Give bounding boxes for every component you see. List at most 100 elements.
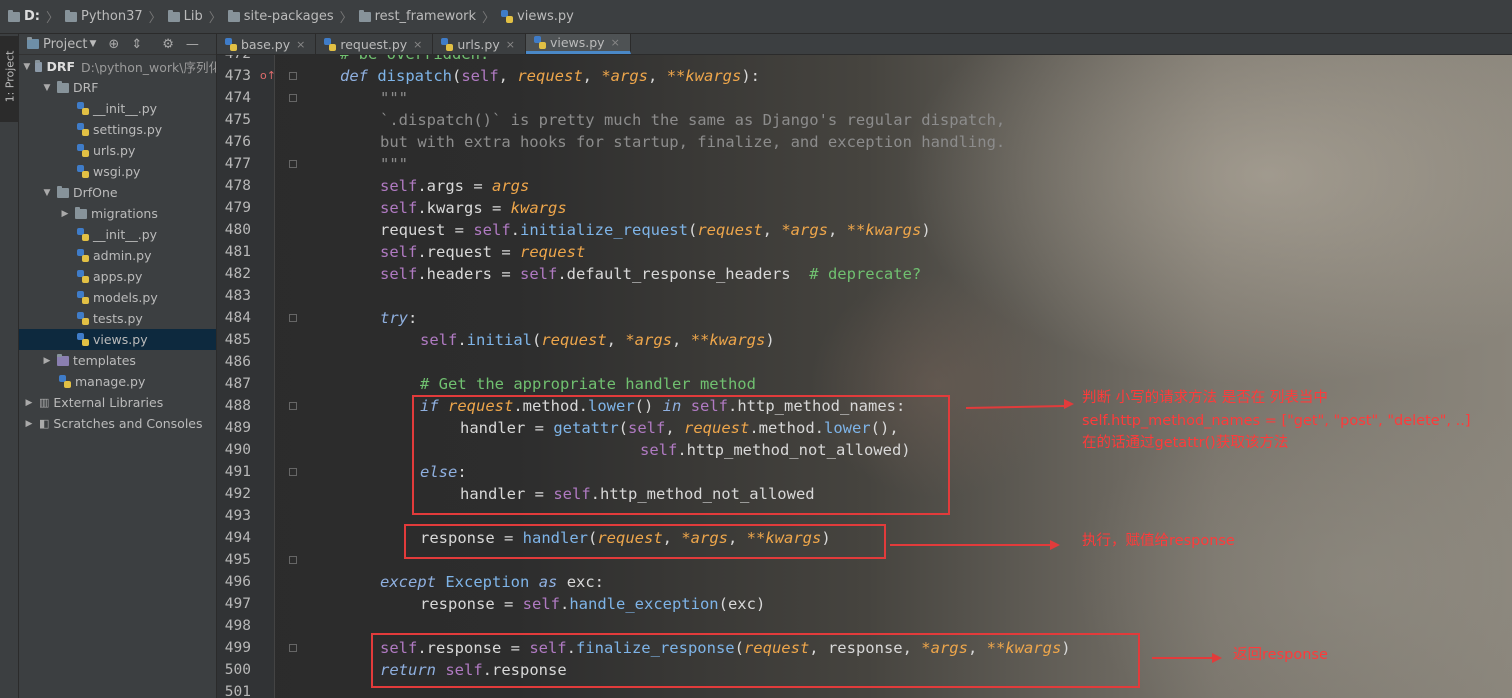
line-number: 489 (224, 420, 251, 436)
tree-item-file-selected[interactable]: views.py (19, 329, 216, 350)
breadcrumb-lib[interactable]: Lib 〉 (167, 7, 222, 26)
tree-item-drf[interactable]: ▼ DRF (19, 77, 216, 98)
line-number: 486 (224, 354, 251, 370)
fold-marker-icon[interactable] (289, 402, 297, 410)
breadcrumb-views-py[interactable]: views.py (501, 9, 574, 24)
code-line: # Get the appropriate handler method (420, 375, 756, 393)
tree-item-drfone[interactable]: ▼ DrfOne (19, 182, 216, 203)
code-editor[interactable]: o↑ 472 # be overridden. def dispatch(sel… (217, 55, 1512, 698)
tree-item-file[interactable]: admin.py (19, 245, 216, 266)
code-line: # be overridden. (340, 55, 489, 65)
tree-item-file[interactable]: urls.py (19, 140, 216, 161)
tree-item-migrations[interactable]: ▶ migrations (19, 203, 216, 224)
breadcrumb-site-packages[interactable]: site-packages 〉 (227, 7, 353, 26)
folder-icon (57, 185, 69, 198)
fold-marker-icon[interactable] (289, 644, 297, 652)
tree-item-file[interactable]: models.py (19, 287, 216, 308)
fold-marker-icon[interactable] (289, 468, 297, 476)
python-file-icon (77, 228, 89, 241)
gear-icon[interactable]: ⚙ (162, 37, 174, 52)
tree-item-file[interactable]: __init__.py (19, 98, 216, 119)
python-file-icon (441, 37, 454, 51)
line-number: 473 (224, 68, 251, 84)
tab-views-py[interactable]: views.py × (525, 34, 631, 54)
folder-icon (75, 206, 87, 219)
breadcrumb-rest-framework[interactable]: rest_framework 〉 (358, 7, 495, 26)
python-file-icon (501, 10, 514, 23)
expanded-arrow-icon[interactable]: ▼ (23, 62, 31, 72)
code-line: """ (380, 155, 408, 173)
highlight-box-handler-call (404, 524, 886, 559)
python-file-icon (77, 165, 89, 178)
fold-marker-icon[interactable] (289, 314, 297, 322)
editor-tab-bar: base.py × request.py × urls.py × views.py × (217, 34, 1512, 55)
line-number: 479 (224, 200, 251, 216)
code-line: response = self.handle_exception(exc) (420, 595, 766, 613)
tree-item-file[interactable]: settings.py (19, 119, 216, 140)
minimize-icon[interactable]: — (186, 37, 199, 52)
fold-marker-icon[interactable] (289, 160, 297, 168)
annotation-text: self.http_method_names = ["get", "post",… (1082, 413, 1471, 429)
python-file-icon (77, 123, 89, 136)
override-method-icon[interactable]: o↑ (260, 69, 276, 82)
breadcrumb: D: 〉 Python37 〉 Lib 〉 site-packages 〉 rest_f… (0, 0, 1512, 34)
tree-item-templates[interactable]: ▶ templates (19, 350, 216, 371)
line-number: 472 (217, 55, 251, 65)
collapsed-arrow-icon[interactable]: ▶ (59, 209, 71, 219)
annotation-text: 返回response (1233, 647, 1328, 663)
locate-target-icon[interactable]: ⊕ (108, 37, 119, 52)
fold-marker-icon[interactable] (289, 94, 297, 102)
tree-item-drf-root[interactable]: ▼ DRF D:\python_work\序列化 (19, 56, 216, 77)
code-line: self.initial(request, *args, **kwargs) (420, 331, 775, 349)
code-line: """ (380, 89, 408, 107)
project-panel-header: Project ▼ ⊕ ⇕ ⚙ — (19, 34, 216, 55)
line-number: 480 (224, 222, 251, 238)
annotation-text: 在的话通过getattr()获取该方法 (1082, 435, 1289, 451)
collapsed-arrow-icon[interactable]: ▶ (23, 398, 35, 408)
breadcrumb-drive[interactable]: D: 〉 (8, 7, 59, 26)
line-number: 474 (224, 90, 251, 106)
code-line: def dispatch(self, request, *args, **kwa… (340, 67, 761, 85)
line-number: 495 (224, 552, 251, 568)
expanded-arrow-icon[interactable]: ▼ (41, 188, 53, 198)
tree-item-scratches[interactable]: ▶ ◧ Scratches and Consoles (19, 413, 216, 434)
expanded-arrow-icon[interactable]: ▼ (41, 83, 53, 93)
python-file-icon (324, 37, 337, 51)
tab-urls-py[interactable]: urls.py × (433, 34, 526, 54)
highlight-box-return (371, 633, 1140, 688)
close-icon[interactable]: × (611, 36, 620, 49)
collapsed-arrow-icon[interactable]: ▶ (23, 419, 35, 429)
code-line: self.request = request (380, 243, 586, 261)
chevron-down-icon[interactable]: ▼ (89, 39, 96, 49)
collapse-all-icon[interactable]: ⇕ (131, 37, 142, 52)
close-icon[interactable]: × (296, 38, 305, 51)
tree-item-file[interactable]: apps.py (19, 266, 216, 287)
tree-item-file[interactable]: tests.py (19, 308, 216, 329)
project-tool-tab[interactable]: 1: Project (0, 36, 18, 122)
python-file-icon (225, 37, 237, 51)
python-file-icon (77, 312, 89, 325)
tab-base-py[interactable]: base.py × (217, 34, 317, 54)
scratches-icon: ◧ (39, 417, 50, 430)
close-icon[interactable]: × (506, 38, 515, 51)
folder-icon (57, 353, 69, 366)
tree-item-file[interactable]: __init__.py (19, 224, 216, 245)
project-panel: Project ▼ ⊕ ⇕ ⚙ — ▼ DRF D:\python_work\序列化 … (19, 34, 217, 698)
python-file-icon (77, 333, 89, 346)
tree-item-external-libraries[interactable]: ▶ ▥ External Libraries (19, 392, 216, 413)
tree-item-file[interactable]: manage.py (19, 371, 216, 392)
tree-item-file[interactable]: wsgi.py (19, 161, 216, 182)
python-file-icon (77, 102, 89, 115)
code-line: self.kwargs = kwargs (380, 199, 567, 217)
tab-request-py[interactable]: request.py × (316, 34, 434, 54)
line-number: 497 (224, 596, 251, 612)
fold-marker-icon[interactable] (289, 72, 297, 80)
line-number: 484 (224, 310, 251, 326)
collapsed-arrow-icon[interactable]: ▶ (41, 356, 53, 366)
fold-marker-icon[interactable] (289, 556, 297, 564)
project-view-dropdown[interactable]: Project (43, 37, 87, 52)
breadcrumb-python37[interactable]: Python37 〉 (65, 7, 162, 26)
code-line: self.args = args (380, 177, 530, 195)
arrow-head-icon (1050, 540, 1060, 550)
close-icon[interactable]: × (413, 38, 422, 51)
